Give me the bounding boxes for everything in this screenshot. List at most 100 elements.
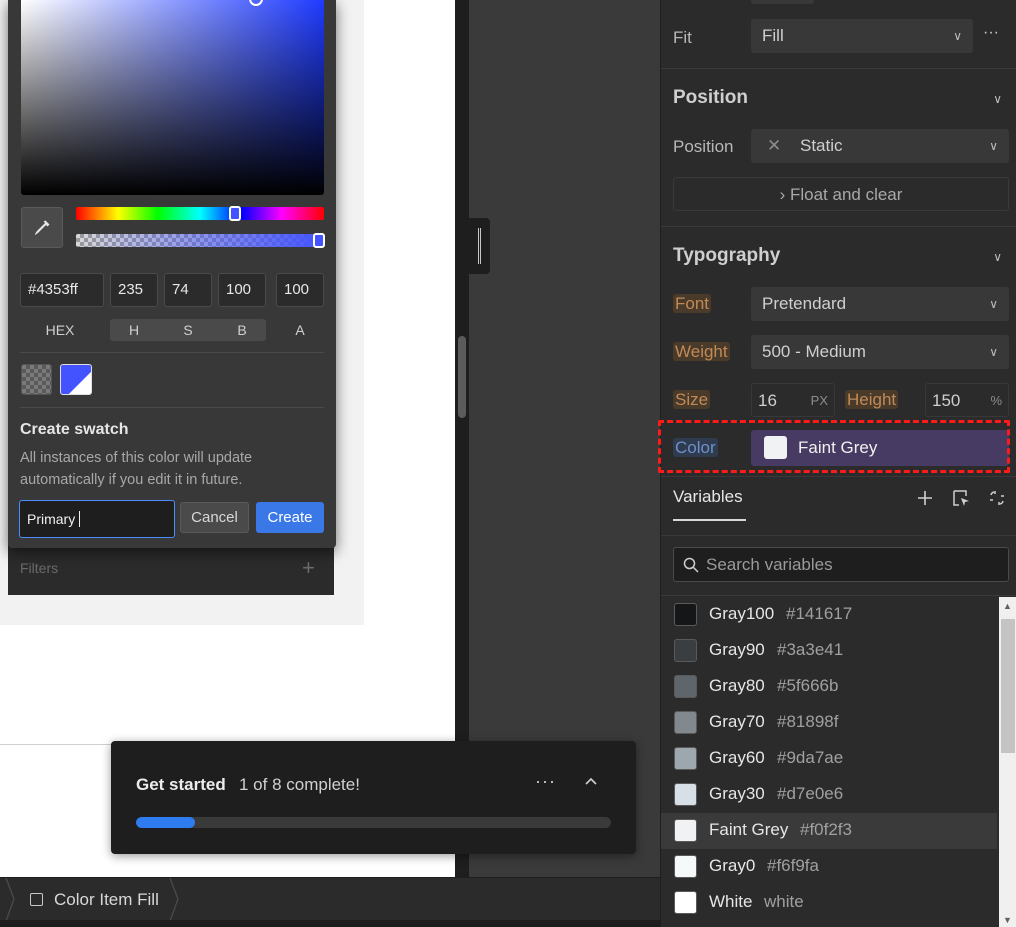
divider [20,352,324,353]
hex-input[interactable]: #4353ff [20,273,104,307]
chevron-down-icon: ∨ [989,139,998,153]
saturation-brightness-area[interactable] [21,0,324,195]
variable-swatch [674,783,697,806]
font-label: Font [673,294,712,313]
chevron-down-icon: ∨ [989,345,998,359]
filters-add-icon[interactable]: + [302,556,315,580]
alpha-slider-handle[interactable] [313,233,325,248]
variable-name: Gray100 [709,604,775,623]
variable-value: #f0f2f3 [800,820,852,839]
saturation-input[interactable]: 74 [164,273,212,307]
list-item[interactable]: Gray80 #5f666b [661,669,997,705]
style-panel: Fit Fill ∨ ··· Position ∨ Position ✕ Sta… [658,0,1016,927]
variable-swatch [674,711,697,734]
divider [20,407,324,408]
hue-input[interactable]: 235 [110,273,158,307]
get-started-progress-text: 1 of 8 complete! [239,775,360,794]
cancel-button[interactable]: Cancel [180,502,249,533]
position-select[interactable]: ✕ Static ∨ [751,129,1009,163]
variable-swatch [674,603,697,626]
size-unit[interactable]: PX [811,384,828,418]
list-item[interactable]: Faint Grey #f0f2f3 [661,813,997,849]
scroll-down-arrow-icon[interactable]: ▼ [1003,915,1012,925]
list-item[interactable]: Gray0 #f6f9fa [661,849,997,885]
chevron-right-icon: › [779,185,786,204]
variable-value: #81898f [777,712,839,731]
get-started-panel: Get started 1 of 8 complete! ··· [111,741,636,854]
create-swatch-title: Create swatch [20,421,129,438]
hue-slider[interactable] [76,206,324,221]
alpha-input[interactable]: 100 [276,273,324,307]
breadcrumb-item-color-item-fill[interactable]: Color Item Fill [54,890,159,910]
saturation-label: S [183,322,193,338]
typography-section-title[interactable]: Typography [673,245,780,267]
variable-value: #f6f9fa [767,856,819,875]
alpha-slider[interactable] [76,233,325,248]
scroll-up-arrow-icon[interactable]: ▲ [1003,601,1012,611]
tab-variables[interactable]: Variables [673,487,743,507]
hex-label: HEX [45,322,75,338]
weight-select[interactable]: 500 - Medium ∨ [751,335,1009,369]
breadcrumb-separator-icon [5,878,15,921]
position-select-value: Static [799,136,843,155]
line-height-input[interactable]: 150 % [925,383,1009,417]
variable-name: Gray60 [709,748,765,767]
variable-name: Gray70 [709,712,765,731]
list-item[interactable]: Gray30 #d7e0e6 [661,777,997,813]
eyedropper-button[interactable] [21,207,63,248]
variables-scroll-thumb[interactable] [1001,619,1015,753]
font-select-value: Pretendard [762,294,847,313]
chevron-down-icon[interactable]: ∨ [993,250,1002,264]
create-button[interactable]: Create [256,502,324,533]
font-select[interactable]: Pretendard ∨ [751,287,1009,321]
canvas-scrollbar[interactable] [458,336,466,418]
breadcrumb-separator-icon [169,878,179,921]
fit-select[interactable]: Fill ∨ [751,19,973,53]
list-item[interactable]: Gray100 #141617 [661,597,997,633]
brightness-input[interactable]: 100 [218,273,266,307]
select-element-button[interactable] [949,485,973,511]
chevron-down-icon[interactable]: ∨ [993,92,1002,106]
chevron-down-icon: ∨ [953,29,962,43]
variable-name: Gray90 [709,640,765,659]
variable-value: #d7e0e6 [777,784,844,803]
position-section-title[interactable]: Position [673,87,748,109]
search-variables-box[interactable]: Search variables [673,547,1009,582]
swatch-primary[interactable] [60,364,92,395]
swatch-transparent[interactable] [21,364,52,395]
detach-icon [990,491,1004,505]
divider [661,68,1016,69]
alpha-label: A [295,322,305,338]
hue-slider-handle[interactable] [229,206,241,221]
list-item[interactable]: Gray70 #81898f [661,705,997,741]
fit-more-icon[interactable]: ··· [983,24,999,42]
list-item[interactable]: Gray90 #3a3e41 [661,633,997,669]
variable-swatch [674,675,697,698]
position-static-icon: ✕ [767,136,782,155]
swatch-name-input[interactable]: Primary [19,500,175,538]
float-and-clear-button[interactable]: › Float and clear [673,177,1009,211]
variable-value: white [764,892,804,911]
size-input-value: 16 [758,391,777,410]
weight-label: Weight [673,342,730,361]
search-icon [683,557,699,573]
variable-swatch [674,855,697,878]
variable-name: White [709,892,753,911]
get-started-progress-bar [136,817,611,828]
tab-active-indicator [673,519,746,521]
detach-variable-button[interactable] [985,485,1009,511]
add-variable-button[interactable] [913,485,937,511]
size-input[interactable]: 16 PX [751,383,835,417]
more-options-icon[interactable]: ··· [535,771,556,792]
list-item[interactable]: Gray60 #9da7ae [661,741,997,777]
eyedropper-icon [35,220,50,235]
brightness-label: B [237,322,247,338]
chevron-up-icon[interactable] [583,773,599,789]
variables-scrollbar[interactable]: ▲ ▼ [999,597,1016,927]
list-item[interactable]: White white [661,885,997,921]
search-variables-input[interactable]: Search variables [706,548,996,581]
fit-select-value: Fill [762,26,784,45]
line-height-unit[interactable]: % [990,384,1002,418]
panel-resize-handle[interactable] [469,218,490,274]
saturation-brightness-handle[interactable] [249,0,263,6]
